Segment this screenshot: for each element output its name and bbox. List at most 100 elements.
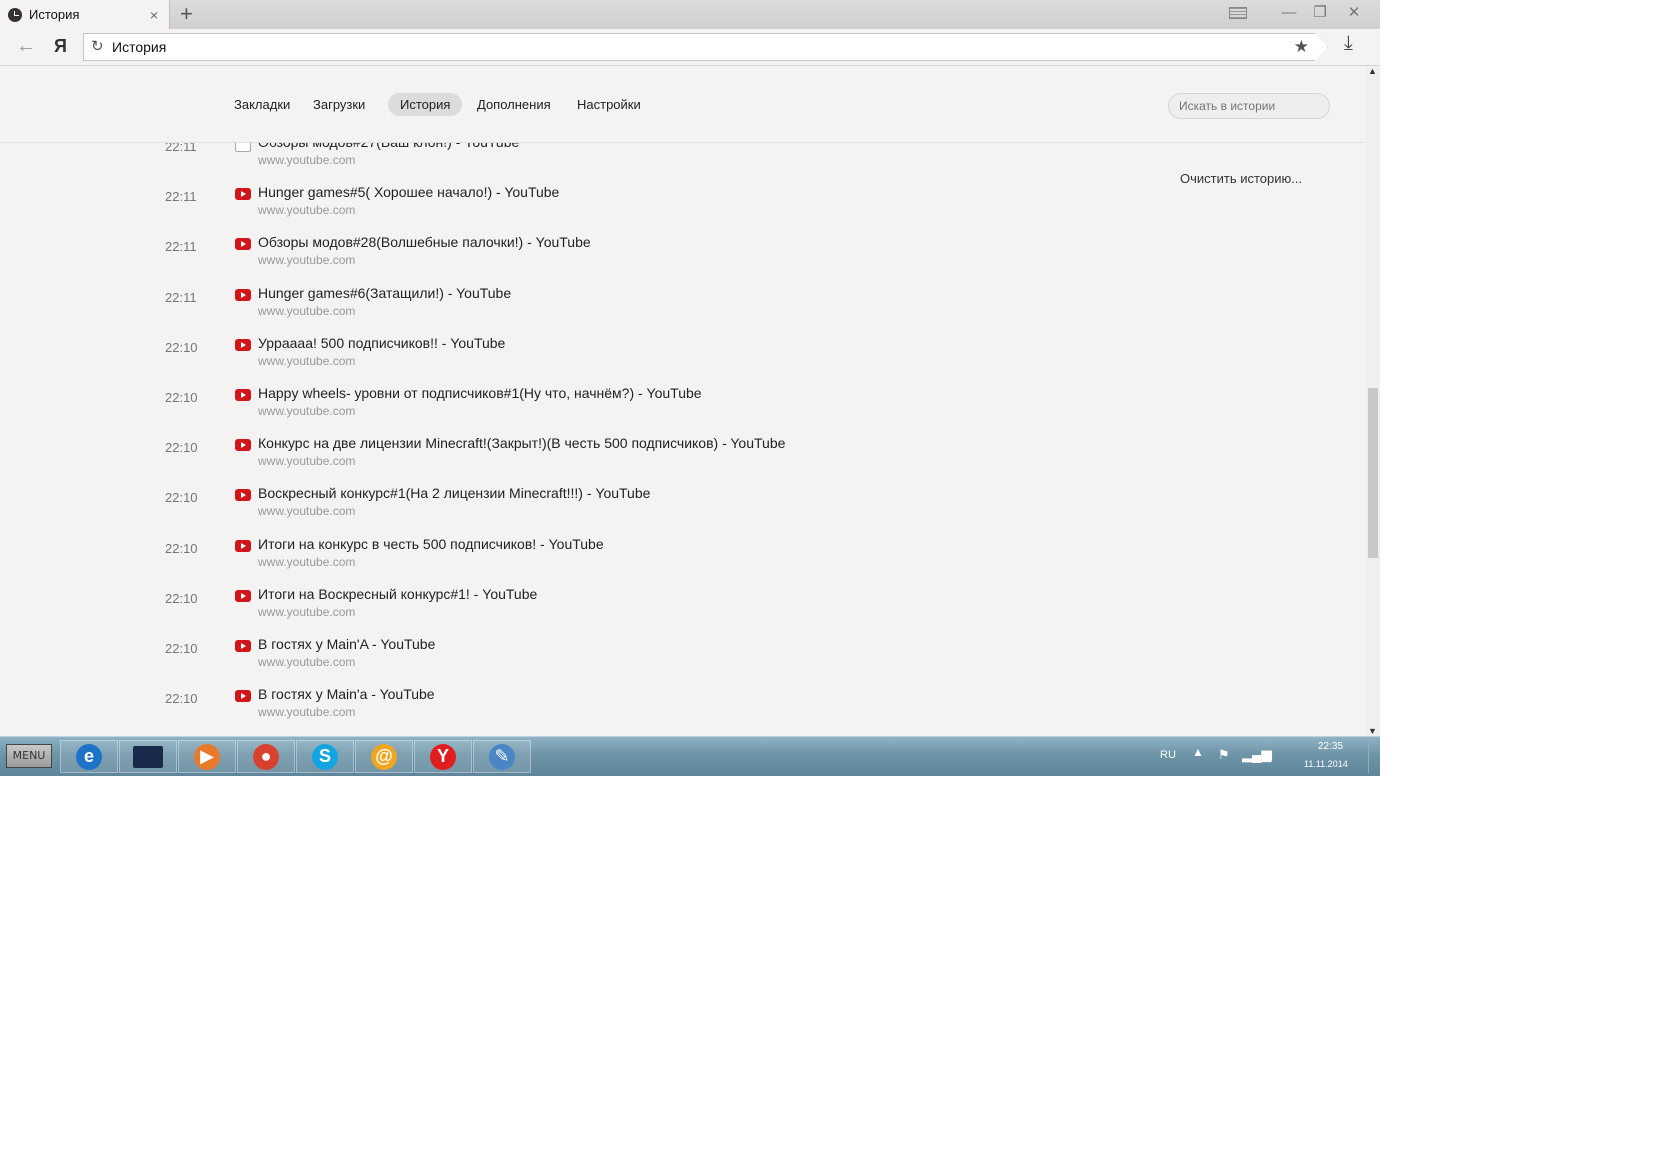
minimize-button[interactable]: — [1277,2,1301,24]
entry-domain: www.youtube.com [258,504,356,519]
entry-title[interactable]: Итоги на конкурс в честь 500 подписчиков… [258,536,604,552]
tab-close-button[interactable]: × [145,7,163,23]
entry-time: 22:11 [165,189,197,205]
taskbar-app-yandex-browser[interactable]: Y [414,740,472,773]
entry-time: 22:10 [165,540,198,556]
browser-menu-button[interactable] [1226,2,1250,24]
youtube-icon [235,539,251,552]
history-entry[interactable]: 22:10 Воскресный конкурс#1(На 2 лицензии … [0,479,1000,529]
history-entry[interactable]: 22:10 В гостях у Main'a - YouTube www.yout… [0,680,1000,730]
history-entry[interactable]: 22:11 Hunger games#6(Затащили!) - YouTube… [0,279,1000,329]
history-entry[interactable]: 22:10 Урраааа! 500 подписчиков!! - YouTub… [0,329,1000,379]
history-entry[interactable]: 22:10 Итоги на конкурс в честь 500 подпис… [0,530,1000,580]
entry-title[interactable]: Воскресный конкурс#1(На 2 лицензии Minec… [258,485,650,501]
entry-title[interactable]: Обзоры модов#28(Волшебные палочки!) - Yo… [258,234,591,250]
history-entry[interactable]: 22:10 В гостях у Main'A - YouTube www.yout… [0,630,1000,680]
entry-title[interactable]: Урраааа! 500 подписчиков!! - YouTube [258,335,505,351]
entry-time: 22:10 [165,590,198,606]
search-history-input[interactable] [1168,93,1330,119]
taskbar-app-media-player[interactable]: ▶ [178,740,236,773]
restore-button[interactable]: ❐ [1308,2,1332,24]
history-entry[interactable]: 22:11 Hunger games#5( Хорошее начало!) - … [0,178,1000,228]
entry-time: 22:10 [165,691,198,707]
internet-explorer-icon: e [76,743,102,770]
yandex-button[interactable]: Я [54,36,67,57]
page-navigation: Закладки Загрузки История Дополнения Нас… [0,66,1365,143]
entry-domain: www.youtube.com [258,655,356,669]
media-window-icon [133,745,163,768]
entry-title[interactable]: Hunger games#6(Затащили!) - YouTube [258,285,511,301]
entry-domain: www.youtube.com [258,554,356,569]
clock-date[interactable]: 11.11.2014 [1304,759,1348,769]
scroll-up-arrow[interactable]: ▲ [1368,66,1377,76]
taskbar-app-media-window[interactable] [119,740,177,773]
youtube-icon [235,389,251,401]
taskbar-app-email-client[interactable]: @ [355,740,413,773]
entry-title[interactable]: Конкурс на две лицензии Minecraft!(Закры… [258,435,785,451]
youtube-icon [235,338,251,351]
back-button[interactable]: ← [16,35,36,58]
tab-settings[interactable]: Настройки [565,93,653,116]
tab-downloads[interactable]: Загрузки [301,93,377,116]
taskbar: MENU e ▶ ● S @ Y ✎ RU ▲ ⚑ ▂▄▆ ▯ 22:35 11.11.20… [0,736,1380,776]
clock-time[interactable]: 22:35 [1318,741,1343,752]
menu-icon [1229,7,1247,20]
downloads-button[interactable]: ⤓ [1344,32,1353,55]
power-icon[interactable]: ▯ [1266,747,1273,763]
tab-bookmarks[interactable]: Закладки [222,93,302,116]
entry-domain: www.youtube.com [258,353,356,368]
taskbar-app-chrome[interactable]: ● [237,740,295,773]
youtube-icon [235,288,251,301]
taskbar-app-internet-explorer[interactable]: e [60,740,118,773]
entry-title[interactable]: В гостях у Main'A - YouTube [258,636,435,652]
youtube-icon [235,489,251,502]
entry-time: 22:11 [165,289,197,305]
taskbar-app-skype[interactable]: S [296,740,354,773]
language-indicator[interactable]: RU [1160,749,1176,761]
clear-history-link[interactable]: Очистить историю... [1180,171,1302,186]
bookmark-star-icon[interactable]: ★ [1294,37,1309,57]
entry-title[interactable]: Happy wheels- уровни от подписчиков#1(Ну… [258,385,702,401]
history-entry[interactable]: 22:11 Обзоры модов#28(Волшебные палочки!)… [0,228,1000,278]
youtube-icon [235,589,251,602]
navigation-bar: ← Я ↻ История ★ ⤓ [0,29,1380,66]
reload-icon[interactable]: ↻ [91,37,104,55]
taskbar-app-paint[interactable]: ✎ [473,740,531,773]
entry-time: 22:10 [165,490,198,506]
tab-history-page[interactable]: История [388,93,463,116]
entry-domain: www.youtube.com [258,604,356,619]
youtube-icon [235,188,251,201]
history-entry[interactable]: 22:10 Happy wheels- уровни от подписчиков… [0,379,1000,429]
paint-icon: ✎ [489,743,515,770]
history-entry[interactable]: 22:10 Итоги на Воскресный конкурс#1! - Yo… [0,580,1000,630]
show-desktop-button[interactable] [1368,739,1379,773]
address-text[interactable]: История [112,39,166,55]
tray-expand-icon[interactable]: ▲ [1192,745,1204,759]
new-tab-button[interactable]: + [180,2,193,26]
history-entry[interactable]: 22:10 Конкурс на две лицензии Minecraft!(… [0,429,1000,479]
entry-title[interactable]: В гостях у Main'a - YouTube [258,686,435,702]
entry-domain: www.youtube.com [258,203,356,218]
youtube-icon [235,238,251,251]
close-window-button[interactable]: ✕ [1342,2,1366,24]
entry-domain: www.youtube.com [258,454,356,469]
scrollbar-thumb[interactable] [1368,388,1378,558]
tab-extensions[interactable]: Дополнения [465,93,563,116]
entry-title[interactable]: Hunger games#5( Хорошее начало!) - YouTu… [258,184,559,200]
youtube-icon [235,690,251,703]
entry-time: 22:11 [165,239,197,255]
action-center-icon[interactable]: ⚑ [1218,747,1230,763]
media-player-icon: ▶ [194,743,220,770]
scrollbar[interactable]: ▲ ▼ [1366,66,1380,736]
entry-domain: www.youtube.com [258,253,356,268]
entry-title[interactable]: Итоги на Воскресный конкурс#1! - YouTube [258,586,537,602]
address-bar[interactable]: ↻ История ★ [83,33,1328,61]
scroll-down-arrow[interactable]: ▼ [1368,726,1377,736]
tab-history[interactable]: История × [0,0,170,29]
start-menu-button[interactable]: MENU [6,744,52,768]
entry-time: 22:10 [165,339,198,355]
email-client-icon: @ [371,743,397,770]
entry-domain: www.youtube.com [258,153,356,167]
entry-domain: www.youtube.com [258,303,356,318]
title-bar: История × + — ❐ ✕ [0,0,1380,29]
